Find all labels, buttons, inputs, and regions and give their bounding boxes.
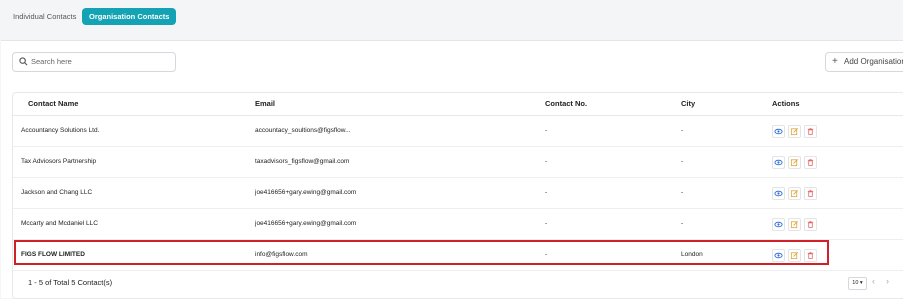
email-cell: accountacy_soultions@figsflow... — [255, 127, 351, 134]
column-header-city: City — [681, 99, 696, 108]
eye-icon — [774, 159, 783, 166]
contacts-table: Contact Name Email Contact No. City Acti… — [12, 92, 903, 299]
table-row[interactable]: Accountancy Solutions Ltd. accountacy_so… — [13, 116, 903, 147]
delete-button[interactable] — [804, 218, 817, 231]
delete-button[interactable] — [804, 156, 817, 169]
edit-button[interactable] — [788, 156, 801, 169]
view-button[interactable] — [772, 156, 785, 169]
page-size-value: 10 — [852, 280, 859, 286]
contact-name-cell: Tax Adviosors Partnership — [21, 158, 97, 165]
table-row[interactable]: Mccarty and Mcdaniel LLC joe416656+gary.… — [13, 209, 903, 240]
edit-button[interactable] — [788, 218, 801, 231]
page-size-select[interactable]: 10 ▾ — [848, 277, 867, 290]
eye-icon — [774, 128, 783, 135]
pagination-summary: 1 - 5 of Total 5 Contact(s) — [28, 278, 113, 287]
column-header-email: Email — [255, 99, 276, 108]
city-cell: - — [681, 127, 684, 134]
contact-no-cell: - — [545, 127, 548, 134]
tab-individual-contacts[interactable]: Individual Contacts — [6, 8, 83, 25]
search-box[interactable] — [12, 52, 176, 72]
view-button[interactable] — [772, 125, 785, 138]
table-row[interactable]: Jackson and Chang LLC joe416656+gary.ewi… — [13, 178, 903, 209]
edit-button[interactable] — [788, 187, 801, 200]
email-cell: joe416656+gary.ewing@gmail.com — [255, 220, 357, 227]
contact-name-cell: Jackson and Chang LLC — [21, 189, 93, 196]
row-actions — [772, 187, 822, 200]
delete-button[interactable] — [804, 125, 817, 138]
column-header-actions: Actions — [772, 99, 800, 108]
trash-icon — [807, 189, 814, 197]
contact-no-cell: - — [545, 220, 548, 227]
table-footer: 1 - 5 of Total 5 Contact(s) 10 ▾ ‹ › — [13, 271, 903, 297]
contact-name-cell: Accountancy Solutions Ltd. — [21, 127, 100, 134]
city-cell: - — [681, 158, 684, 165]
table-header: Contact Name Email Contact No. City Acti… — [13, 93, 903, 116]
row-actions — [772, 125, 822, 138]
eye-icon — [774, 190, 783, 197]
trash-icon — [807, 127, 814, 135]
row-actions — [772, 156, 822, 169]
table-row[interactable]: Tax Adviosors Partnership taxadvisors_fi… — [13, 147, 903, 178]
column-header-contact-no: Contact No. — [545, 99, 588, 108]
add-organisation-label: Add Organisation — [844, 57, 903, 66]
trash-icon — [807, 220, 814, 228]
column-header-contact-name: Contact Name — [28, 99, 79, 108]
email-cell: taxadvisors_figsflow@gmail.com — [255, 158, 350, 165]
view-button[interactable] — [772, 187, 785, 200]
edit-button[interactable] — [788, 125, 801, 138]
plus-icon: + — [832, 56, 838, 67]
eye-icon — [774, 221, 783, 228]
add-organisation-button[interactable]: + Add Organisation — [825, 52, 903, 72]
contact-no-cell: - — [545, 189, 548, 196]
view-button[interactable] — [772, 218, 785, 231]
chevron-right-icon[interactable]: › — [886, 276, 889, 286]
trash-icon — [807, 158, 814, 166]
row-actions — [772, 218, 822, 231]
contact-no-cell: - — [545, 158, 548, 165]
chevron-left-icon[interactable]: ‹ — [872, 276, 875, 286]
delete-button[interactable] — [804, 187, 817, 200]
city-cell: - — [681, 220, 684, 227]
email-cell: joe416656+gary.ewing@gmail.com — [255, 189, 357, 196]
edit-icon — [790, 128, 798, 136]
edit-icon — [790, 221, 798, 229]
search-input[interactable] — [31, 55, 169, 68]
contact-name-cell: Mccarty and Mcdaniel LLC — [21, 220, 98, 227]
highlight-box — [14, 240, 829, 265]
tab-organisation-contacts[interactable]: Organisation Contacts — [82, 8, 177, 25]
edit-icon — [790, 159, 798, 167]
edit-icon — [790, 190, 798, 198]
contact-type-tabs: Individual Contacts Organisation Contact… — [0, 0, 903, 32]
search-icon — [19, 57, 28, 66]
city-cell: - — [681, 189, 684, 196]
